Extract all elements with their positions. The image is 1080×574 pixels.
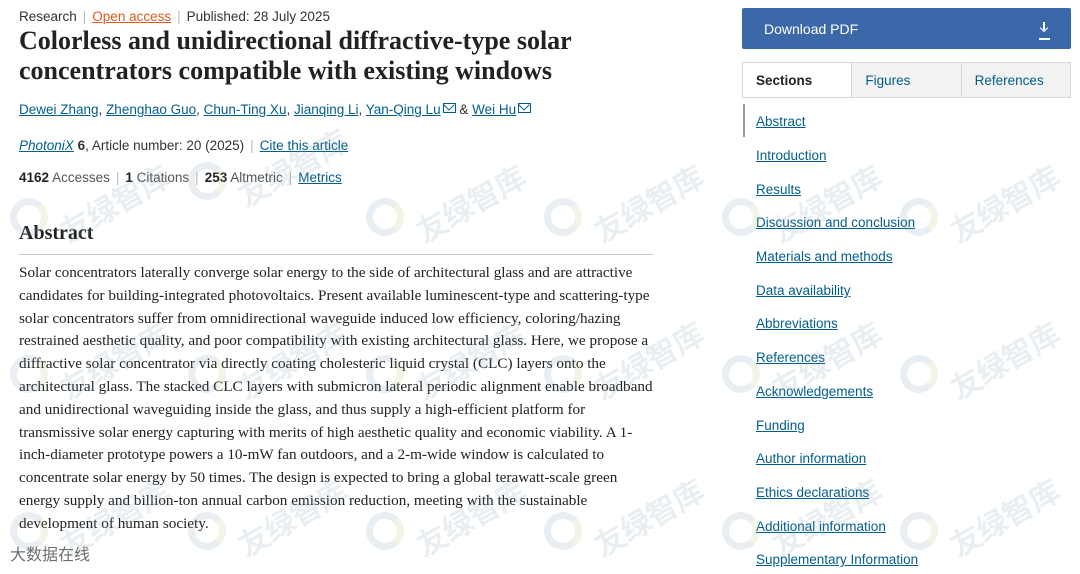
toc-item-additional-information[interactable]: Additional information [756, 519, 886, 534]
watermark-text: 友绿智库 [945, 473, 1067, 565]
metrics-link[interactable]: Metrics [298, 170, 342, 185]
open-access-link[interactable]: Open access [92, 9, 171, 24]
author-link[interactable]: Chun-Ting Xu [204, 102, 287, 117]
tab-figures[interactable]: Figures [851, 63, 961, 97]
toc-item-introduction[interactable]: Introduction [756, 148, 827, 163]
toc-item-funding[interactable]: Funding [756, 418, 805, 433]
accesses-label: Accesses [52, 170, 110, 185]
download-icon [1039, 22, 1049, 35]
download-icon-base [1039, 38, 1050, 40]
separator: | [195, 170, 199, 185]
journal-info: PhotoniX 6, Article number: 20 (2025) | Ci… [19, 138, 348, 153]
watermark-logo-icon [722, 512, 760, 550]
watermark-text: 友绿智库 [589, 159, 711, 251]
article-meta: Research | Open access | Published: 28 July … [19, 9, 330, 24]
separator: | [115, 170, 120, 185]
separator: | [82, 9, 87, 24]
separator: | [288, 170, 293, 185]
altmetric-count: 253 [204, 170, 228, 185]
tabs-divider [851, 97, 1071, 98]
article-metrics: 4162 Accesses | 1 Citations | 253 Altmetric |… [19, 170, 342, 185]
separator: | [250, 138, 254, 153]
journal-volume: 6 [77, 138, 86, 153]
toc-item-abstract[interactable]: Abstract [756, 114, 806, 129]
tab-references[interactable]: References [960, 63, 1070, 97]
toc-item-data-availability[interactable]: Data availability [756, 283, 851, 298]
watermark-text: 友绿智库 [945, 316, 1067, 408]
watermark-text: 友绿智库 [767, 473, 889, 565]
altmetric-label: Altmetric [230, 170, 283, 185]
journal-link[interactable]: PhotoniX [19, 138, 74, 153]
toc-item-results[interactable]: Results [756, 182, 801, 197]
article-type: Research [19, 9, 77, 24]
watermark-text: 友绿智库 [411, 159, 533, 251]
toc-item-discussion[interactable]: Discussion and conclusion [756, 215, 915, 230]
author-and: & [459, 102, 469, 117]
author-link[interactable]: Yan-Qing Lu [366, 102, 441, 117]
accesses-count: 4162 [19, 170, 50, 185]
watermark-logo-icon [722, 355, 760, 393]
author-list: Dewei Zhang, Zhenghao Guo, Chun-Ting Xu,… [19, 102, 532, 117]
watermark-logo-icon [544, 198, 582, 236]
download-pdf-label: Download PDF [764, 20, 859, 37]
toc-item-acknowledgements[interactable]: Acknowledgements [756, 384, 873, 399]
sidebar-tabs: Sections Figures References [742, 62, 1071, 98]
watermark-logo-icon [722, 198, 760, 236]
watermark-text: 友绿智库 [945, 159, 1067, 251]
author-link[interactable]: Wei Hu [472, 102, 516, 117]
watermark-logo-icon [366, 198, 404, 236]
email-icon[interactable] [518, 103, 532, 113]
article-title: Colorless and unidirectional diffractive… [19, 26, 572, 85]
abstract-heading: Abstract [19, 222, 94, 244]
email-icon[interactable] [442, 103, 456, 113]
toc-item-methods[interactable]: Materials and methods [756, 249, 893, 264]
article-number: , Article number: 20 (2025) [85, 138, 245, 153]
watermark-logo-icon [900, 512, 938, 550]
abstract-divider [19, 254, 653, 255]
download-pdf-button[interactable]: Download PDF [742, 8, 1071, 49]
toc-active-indicator [743, 104, 745, 137]
author-link[interactable]: Jianqing Li [294, 102, 359, 117]
toc-item-supplementary[interactable]: Supplementary Information [756, 552, 918, 567]
toc-item-author-information[interactable]: Author information [756, 451, 866, 466]
citations-label: Citations [136, 170, 190, 185]
watermark-bottom-text: 大数据在线 [10, 545, 91, 564]
toc-item-references[interactable]: References [756, 350, 825, 365]
citations-count: 1 [125, 170, 133, 185]
published-date: Published: 28 July 2025 [186, 9, 330, 24]
toc-item-ethics[interactable]: Ethics declarations [756, 485, 869, 500]
author-link[interactable]: Dewei Zhang [19, 102, 99, 117]
author-link[interactable]: Zhenghao Guo [106, 102, 196, 117]
cite-article-link[interactable]: Cite this article [260, 138, 349, 153]
toc-item-abbreviations[interactable]: Abbreviations [756, 316, 838, 331]
abstract-text: Solar concentrators laterally converge s… [19, 264, 653, 532]
watermark-text: 友绿智库 [767, 159, 889, 251]
separator: | [177, 9, 181, 24]
tab-sections[interactable]: Sections [743, 63, 852, 97]
watermark-text: 友绿智库 [233, 123, 355, 215]
watermark-logo-icon [900, 355, 938, 393]
